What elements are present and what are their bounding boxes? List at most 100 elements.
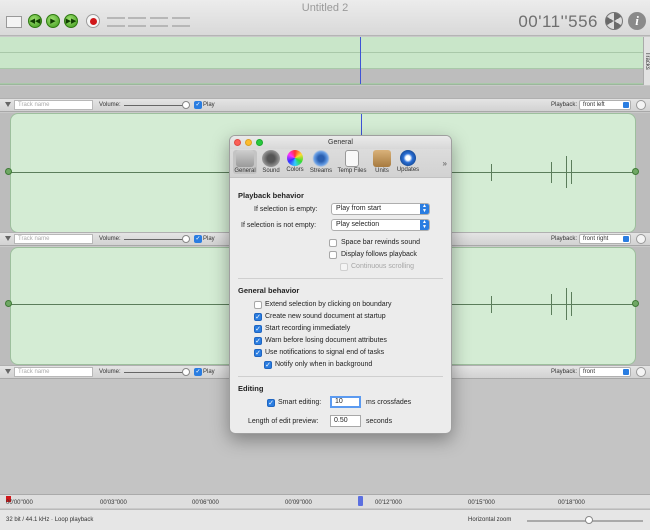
tab-units[interactable]: Units (371, 150, 393, 174)
playhead-marker-icon[interactable] (358, 496, 363, 506)
edit-preview-input[interactable]: 0.50 (330, 415, 361, 427)
sidebar-toggle-icon[interactable] (6, 16, 22, 28)
tab-sound[interactable]: Sound (260, 150, 282, 174)
track-name-field[interactable]: Track name (14, 367, 93, 377)
zoom-knob[interactable] (585, 516, 593, 524)
ruler-tick: 00'15''000 (468, 500, 495, 506)
playback-select[interactable]: front right (579, 234, 631, 244)
section-title: General behavior (238, 286, 300, 295)
volume-knob[interactable] (182, 101, 190, 109)
crossfade-input[interactable]: 10 (330, 396, 361, 408)
overview-lane (0, 53, 643, 69)
waveform-peak (566, 288, 567, 320)
disclosure-triangle-icon[interactable] (5, 236, 11, 241)
smart-editing-checkbox[interactable]: ✓ (267, 399, 275, 407)
tab-general[interactable]: General (233, 150, 257, 174)
update-icon (400, 150, 416, 166)
playback-select[interactable]: front left (579, 100, 631, 110)
edit-preview-unit: seconds (366, 418, 393, 425)
minimize-button[interactable] (245, 139, 252, 146)
dialog-titlebar: General (230, 136, 451, 149)
chevron-updown-icon: ▲ ▼ (420, 220, 429, 230)
play-checkbox[interactable]: ✓ (194, 101, 202, 109)
fast-forward-button[interactable]: ▶▶ (64, 14, 78, 28)
overview-waveform[interactable] (0, 37, 643, 85)
info-icon[interactable]: i (628, 12, 646, 30)
extend-selection-checkbox[interactable] (254, 301, 262, 309)
tab-temp-files[interactable]: Temp Files (336, 150, 368, 174)
fade-icon[interactable] (150, 17, 168, 27)
close-button[interactable] (234, 139, 241, 146)
play-button[interactable]: ▶ (46, 14, 60, 28)
play-label: Play (203, 369, 215, 375)
tab-label: General (234, 168, 256, 174)
empty-selection-select[interactable]: Play from start ▲ ▼ (331, 203, 430, 215)
envelope-point[interactable] (5, 168, 12, 175)
time-ruler[interactable]: 00'00''000 00'03''000 00'06''000 00'09''… (0, 494, 650, 508)
rewind-button[interactable]: ◀◀ (28, 14, 42, 28)
notify-background-checkbox[interactable]: ✓ (264, 361, 272, 369)
checkbox-label: Display follows playback (341, 251, 417, 258)
antenna-icon (312, 150, 330, 167)
more-chevron-icon[interactable]: » (443, 159, 447, 168)
volume-slider[interactable] (124, 239, 186, 240)
volume-knob[interactable] (182, 235, 190, 243)
track-name-field[interactable]: Track name (14, 100, 93, 110)
track-settings-icon[interactable] (636, 100, 646, 110)
track-name-field[interactable]: Track name (14, 234, 93, 244)
use-notifications-checkbox[interactable]: ✓ (254, 349, 262, 357)
tracks-tab[interactable]: Tracks (643, 37, 650, 85)
warn-before-losing-checkbox[interactable]: ✓ (254, 337, 262, 345)
envelope-point[interactable] (632, 168, 639, 175)
divider (238, 376, 443, 377)
tab-colors[interactable]: Colors (284, 150, 306, 173)
tab-updates[interactable]: Updates (395, 150, 421, 173)
start-recording-checkbox[interactable]: ✓ (254, 325, 262, 333)
volume-slider[interactable] (124, 105, 186, 106)
window-toolbar: Untitled 2 ◀◀ ▶ ▶▶ 00'11''556 i (0, 0, 650, 36)
trim-icon[interactable] (107, 17, 125, 27)
volume-label: Volume: (99, 369, 121, 375)
disclosure-triangle-icon[interactable] (5, 102, 11, 107)
edit-preview-label: Length of edit preview: (248, 418, 319, 425)
color-wheel-icon (287, 150, 303, 166)
display-follows-playback-checkbox[interactable] (329, 251, 337, 259)
play-checkbox[interactable]: ✓ (194, 368, 202, 376)
track-settings-icon[interactable] (636, 234, 646, 244)
envelope-point[interactable] (5, 300, 12, 307)
tab-streams[interactable]: Streams (308, 150, 334, 174)
record-button[interactable] (86, 14, 100, 28)
tab-label: Units (375, 168, 389, 174)
envelope-point[interactable] (632, 300, 639, 307)
volume-knob[interactable] (182, 368, 190, 376)
checkbox-label: Space bar rewinds sound (341, 239, 420, 246)
play-checkbox[interactable]: ✓ (194, 235, 202, 243)
checkbox-label: Start recording immediately (265, 325, 351, 332)
checkbox-label: Notify only when in background (275, 361, 373, 368)
playback-label: Playback: (551, 236, 578, 242)
track-header: Track name Volume: ✓ Play Playback: fron… (0, 98, 650, 112)
waveform-peak (571, 292, 572, 316)
not-empty-selection-label: If selection is not empty: (241, 222, 317, 229)
zoom-button[interactable] (256, 139, 263, 146)
disclosure-triangle-icon[interactable] (5, 369, 11, 374)
not-empty-selection-select[interactable]: Play selection ▲ ▼ (331, 219, 430, 231)
space-bar-rewinds-checkbox[interactable] (329, 239, 337, 247)
play-label: Play (203, 102, 215, 108)
volume-label: Volume: (99, 102, 121, 108)
tab-label: Updates (396, 167, 420, 173)
track-settings-icon[interactable] (636, 367, 646, 377)
document-clock-icon (345, 150, 359, 167)
ruler-tick: 00'18''000 (558, 500, 585, 506)
create-document-checkbox[interactable]: ✓ (254, 313, 262, 321)
crop-icon[interactable] (128, 17, 146, 27)
playback-select[interactable]: front (579, 367, 631, 377)
ruler-icon (373, 150, 391, 167)
radiation-icon[interactable] (605, 12, 623, 30)
continuous-scrolling-checkbox[interactable] (340, 263, 348, 271)
normalize-icon[interactable] (172, 17, 190, 27)
playback-label: Playback: (551, 369, 578, 375)
volume-slider[interactable] (124, 372, 186, 373)
speaker-icon (262, 150, 280, 167)
tab-label: Colors (286, 167, 304, 173)
